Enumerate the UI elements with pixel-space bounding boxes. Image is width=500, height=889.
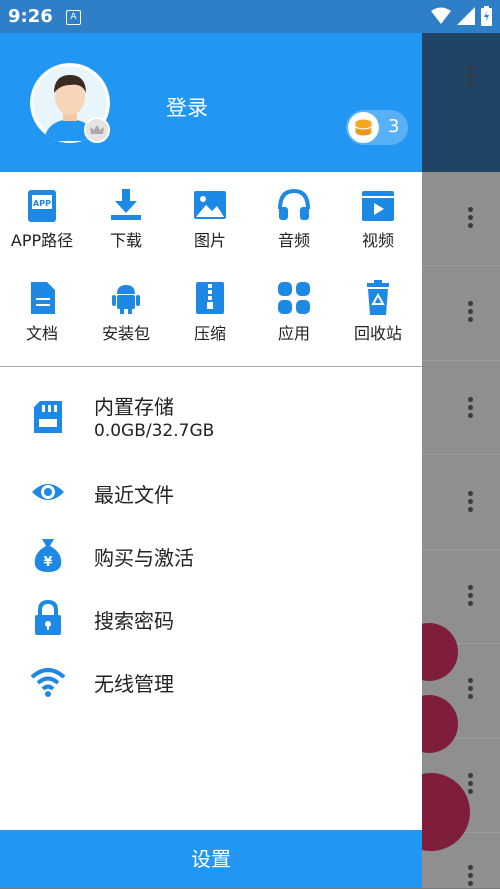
wifi-icon xyxy=(431,7,451,24)
notification-icon: A xyxy=(66,10,81,25)
login-button[interactable]: 登录 xyxy=(166,92,208,122)
apps-icon xyxy=(278,282,310,314)
divider xyxy=(0,366,422,367)
row-menu-icon[interactable] xyxy=(468,582,474,609)
category-grid: APP APP路径 下载 图片 音频 视频 文档 安装包 压缩 应用 回收站 xyxy=(0,175,422,365)
status-time: 9:26 xyxy=(8,6,53,27)
grid-label: APP路径 xyxy=(10,231,74,250)
navigation-drawer: 登录 3 APP APP路径 下载 图片 音频 视频 文档 安装包 压缩 应用 … xyxy=(0,33,422,888)
menu-item-search-password[interactable]: 搜索密码 xyxy=(0,592,422,642)
coin-icon xyxy=(348,112,379,143)
grid-label: 图片 xyxy=(193,231,226,250)
grid-item-documents[interactable]: 文档 xyxy=(0,268,84,358)
grid-item-video[interactable]: 视频 xyxy=(336,175,420,265)
grid-item-app-path[interactable]: APP APP路径 xyxy=(0,175,84,265)
grid-label: 安装包 xyxy=(101,324,150,343)
battery-icon xyxy=(481,6,492,26)
drawer-header: 登录 3 xyxy=(0,33,422,172)
headphones-icon xyxy=(278,188,310,220)
android-icon xyxy=(112,285,140,314)
row-menu-icon[interactable] xyxy=(468,204,474,231)
grid-item-audio[interactable]: 音频 xyxy=(252,175,336,265)
menu-item-recent-files[interactable]: 最近文件 xyxy=(0,466,422,516)
status-icons xyxy=(431,6,492,26)
settings-button[interactable]: 设置 xyxy=(0,830,422,888)
eye-icon xyxy=(32,484,64,500)
svg-text:APP: APP xyxy=(33,199,51,208)
storage-label: 内置存储 xyxy=(94,395,174,419)
app-icon: APP xyxy=(28,190,56,222)
overflow-menu-icon[interactable] xyxy=(468,63,474,90)
grid-item-download[interactable]: 下载 xyxy=(84,175,168,265)
row-menu-icon[interactable] xyxy=(468,298,474,325)
grid-item-archive[interactable]: 压缩 xyxy=(168,268,252,358)
document-icon xyxy=(31,282,55,314)
recent-label: 最近文件 xyxy=(94,483,174,507)
zip-icon xyxy=(196,282,224,314)
grid-item-images[interactable]: 图片 xyxy=(168,175,252,265)
coin-count: 3 xyxy=(388,116,400,137)
storage-value: 0.0GB/32.7GB xyxy=(94,421,215,441)
grid-label: 应用 xyxy=(277,324,310,343)
crown-icon xyxy=(84,117,110,143)
money-bag-icon: ¥ xyxy=(34,539,62,572)
wireless-label: 无线管理 xyxy=(94,672,174,696)
grid-item-apk[interactable]: 安装包 xyxy=(84,268,168,358)
grid-label: 回收站 xyxy=(353,324,402,343)
row-menu-icon[interactable] xyxy=(468,675,474,702)
wifi-icon xyxy=(30,668,66,697)
grid-label: 视频 xyxy=(361,231,394,250)
row-menu-icon[interactable] xyxy=(468,488,474,515)
sd-card-icon xyxy=(34,401,62,433)
grid-label: 下载 xyxy=(109,231,142,250)
signal-icon xyxy=(457,7,475,25)
recycle-icon xyxy=(367,280,389,315)
row-menu-icon[interactable] xyxy=(468,770,474,797)
purchase-label: 购买与激活 xyxy=(94,546,194,570)
menu-item-internal-storage[interactable]: 内置存储 0.0GB/32.7GB xyxy=(0,391,422,453)
menu-item-purchase[interactable]: ¥ 购买与激活 xyxy=(0,529,422,579)
grid-item-recycle-bin[interactable]: 回收站 xyxy=(336,268,420,358)
row-menu-icon[interactable] xyxy=(468,862,474,889)
grid-item-apps[interactable]: 应用 xyxy=(252,268,336,358)
coin-badge[interactable]: 3 xyxy=(346,110,408,145)
grid-label: 文档 xyxy=(25,324,58,343)
video-icon xyxy=(362,191,394,221)
password-label: 搜索密码 xyxy=(94,609,174,633)
svg-text:¥: ¥ xyxy=(43,555,52,570)
grid-label: 音频 xyxy=(277,231,310,250)
menu-item-wireless[interactable]: 无线管理 xyxy=(0,655,422,705)
grid-label: 压缩 xyxy=(193,324,226,343)
status-bar: 9:26 A xyxy=(0,0,500,33)
row-menu-icon[interactable] xyxy=(468,394,474,421)
lock-icon xyxy=(35,600,61,635)
download-icon xyxy=(111,189,141,220)
image-icon xyxy=(194,191,226,219)
